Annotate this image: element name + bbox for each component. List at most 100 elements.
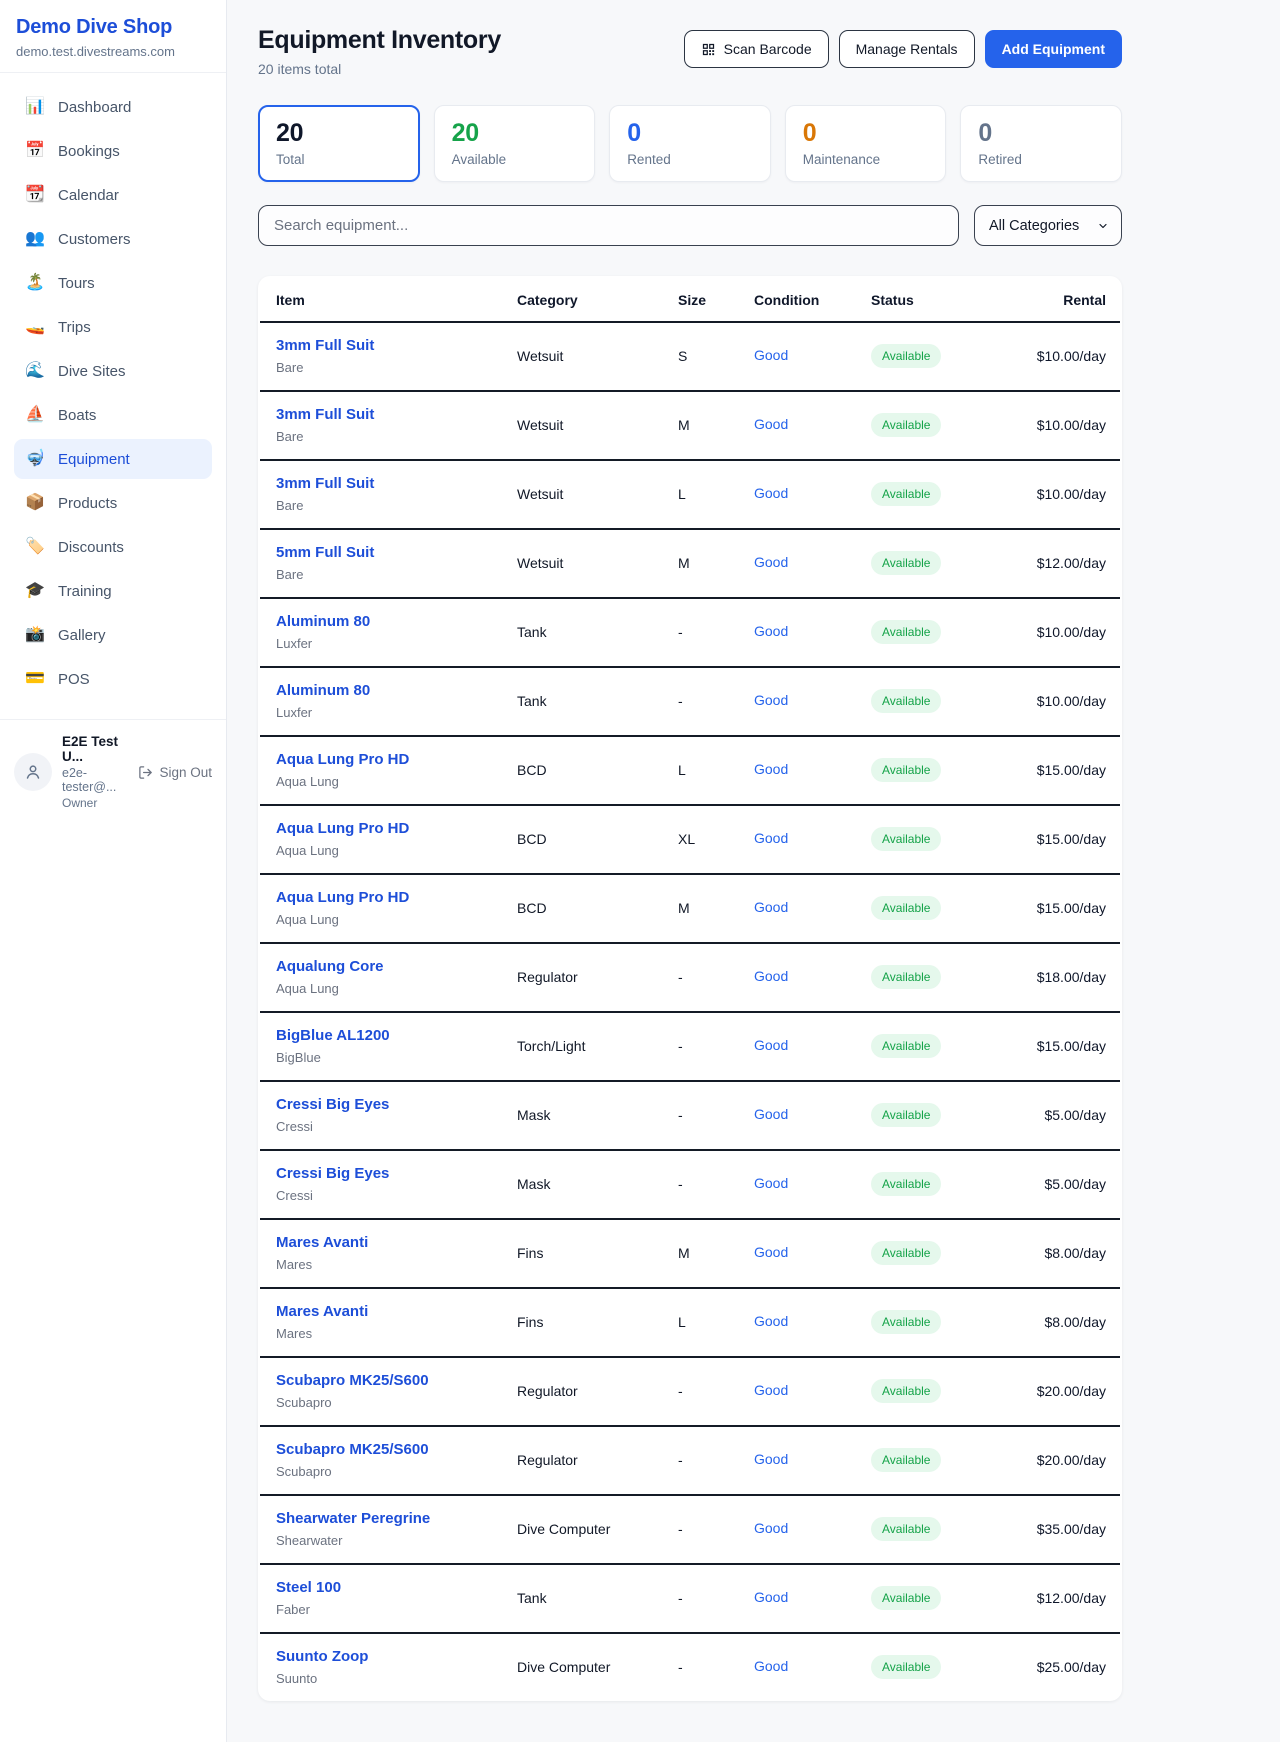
- page-title: Equipment Inventory: [258, 26, 501, 55]
- condition-link[interactable]: Good: [754, 347, 788, 363]
- stat-card-total[interactable]: 20 Total: [258, 105, 420, 182]
- sidebar-item-trips[interactable]: 🚤 Trips: [14, 307, 212, 347]
- sidebar-item-bookings[interactable]: 📅 Bookings: [14, 131, 212, 171]
- item-size: -: [670, 667, 746, 736]
- sidebar-item-dashboard[interactable]: 📊 Dashboard: [14, 87, 212, 127]
- condition-link[interactable]: Good: [754, 1382, 788, 1398]
- avatar: [14, 753, 52, 791]
- item-link[interactable]: Suunto Zoop: [276, 1648, 368, 1665]
- item-link[interactable]: 3mm Full Suit: [276, 406, 374, 423]
- sidebar-item-label: Products: [58, 495, 117, 512]
- rental-price: $15.00/day: [997, 874, 1120, 943]
- item-brand: Mares: [276, 1257, 501, 1272]
- status-badge: Available: [871, 758, 941, 782]
- item-size: -: [670, 1633, 746, 1701]
- condition-link[interactable]: Good: [754, 830, 788, 846]
- stat-card-retired[interactable]: 0 Retired: [960, 105, 1122, 182]
- sidebar-item-dive-sites[interactable]: 🌊 Dive Sites: [14, 351, 212, 391]
- sidebar-item-label: Calendar: [58, 187, 119, 204]
- item-link[interactable]: Scubapro MK25/S600: [276, 1372, 429, 1389]
- item-link[interactable]: 3mm Full Suit: [276, 337, 374, 354]
- item-link[interactable]: Shearwater Peregrine: [276, 1510, 430, 1527]
- stat-card-available[interactable]: 20 Available: [434, 105, 596, 182]
- item-brand: Aqua Lung: [276, 774, 501, 789]
- stat-card-maintenance[interactable]: 0 Maintenance: [785, 105, 947, 182]
- table-row: BigBlue AL1200 BigBlue Torch/Light - Goo…: [260, 1012, 1120, 1081]
- sidebar-item-equipment[interactable]: 🤿 Equipment: [14, 439, 212, 479]
- item-link[interactable]: 3mm Full Suit: [276, 475, 374, 492]
- condition-link[interactable]: Good: [754, 1520, 788, 1536]
- manage-rentals-button[interactable]: Manage Rentals: [839, 30, 975, 68]
- status-badge: Available: [871, 896, 941, 920]
- status-badge: Available: [871, 1655, 941, 1679]
- item-link[interactable]: Aqua Lung Pro HD: [276, 751, 409, 768]
- sign-out-button[interactable]: Sign Out: [138, 765, 212, 780]
- sidebar-item-label: Dashboard: [58, 99, 131, 116]
- status-badge: Available: [871, 1241, 941, 1265]
- chevron-down-icon: [1097, 220, 1109, 232]
- item-link[interactable]: Aqualung Core: [276, 958, 384, 975]
- sidebar-item-gallery[interactable]: 📸 Gallery: [14, 615, 212, 655]
- condition-link[interactable]: Good: [754, 761, 788, 777]
- stat-label: Total: [276, 152, 402, 167]
- brand-title[interactable]: Demo Dive Shop: [16, 16, 210, 39]
- item-link[interactable]: Aqua Lung Pro HD: [276, 820, 409, 837]
- rental-price: $10.00/day: [997, 460, 1120, 529]
- sidebar-item-pos[interactable]: 💳 POS: [14, 659, 212, 699]
- sidebar-item-boats[interactable]: ⛵ Boats: [14, 395, 212, 435]
- item-link[interactable]: Scubapro MK25/S600: [276, 1441, 429, 1458]
- sidebar-item-calendar[interactable]: 📆 Calendar: [14, 175, 212, 215]
- condition-link[interactable]: Good: [754, 1313, 788, 1329]
- status-badge: Available: [871, 551, 941, 575]
- sidebar-item-label: POS: [58, 671, 90, 688]
- scan-barcode-button[interactable]: Scan Barcode: [684, 30, 829, 68]
- sidebar-item-customers[interactable]: 👥 Customers: [14, 219, 212, 259]
- condition-link[interactable]: Good: [754, 692, 788, 708]
- search-input[interactable]: [258, 205, 959, 246]
- condition-link[interactable]: Good: [754, 554, 788, 570]
- condition-link[interactable]: Good: [754, 1106, 788, 1122]
- item-category: BCD: [509, 805, 670, 874]
- rental-price: $8.00/day: [997, 1288, 1120, 1357]
- item-size: XL: [670, 805, 746, 874]
- condition-link[interactable]: Good: [754, 1658, 788, 1674]
- condition-link[interactable]: Good: [754, 623, 788, 639]
- add-equipment-button[interactable]: Add Equipment: [985, 30, 1122, 68]
- category-select[interactable]: All Categories: [974, 205, 1122, 246]
- stat-card-rented[interactable]: 0 Rented: [609, 105, 771, 182]
- item-brand: Mares: [276, 1326, 501, 1341]
- training-icon: 🎓: [24, 583, 46, 599]
- item-link[interactable]: 5mm Full Suit: [276, 544, 374, 561]
- condition-link[interactable]: Good: [754, 1175, 788, 1191]
- condition-link[interactable]: Good: [754, 1451, 788, 1467]
- col-header-rental: Rental: [997, 276, 1120, 322]
- item-link[interactable]: Aluminum 80: [276, 682, 370, 699]
- item-link[interactable]: BigBlue AL1200: [276, 1027, 390, 1044]
- sidebar-item-discounts[interactable]: 🏷️ Discounts: [14, 527, 212, 567]
- item-link[interactable]: Cressi Big Eyes: [276, 1096, 389, 1113]
- sidebar-item-products[interactable]: 📦 Products: [14, 483, 212, 523]
- discounts-icon: 🏷️: [24, 539, 46, 555]
- user-meta: E2E Test U... e2e-tester@... Owner: [62, 734, 128, 810]
- condition-link[interactable]: Good: [754, 1244, 788, 1260]
- item-link[interactable]: Aqua Lung Pro HD: [276, 889, 409, 906]
- item-link[interactable]: Aluminum 80: [276, 613, 370, 630]
- condition-link[interactable]: Good: [754, 485, 788, 501]
- rental-price: $15.00/day: [997, 805, 1120, 874]
- condition-link[interactable]: Good: [754, 968, 788, 984]
- table-body: 3mm Full Suit Bare Wetsuit S Good Availa…: [260, 322, 1120, 1701]
- boats-icon: ⛵: [24, 407, 46, 423]
- rental-price: $5.00/day: [997, 1150, 1120, 1219]
- condition-link[interactable]: Good: [754, 416, 788, 432]
- sidebar-item-training[interactable]: 🎓 Training: [14, 571, 212, 611]
- item-link[interactable]: Mares Avanti: [276, 1303, 368, 1320]
- condition-link[interactable]: Good: [754, 1037, 788, 1053]
- sidebar-item-tours[interactable]: 🏝️ Tours: [14, 263, 212, 303]
- condition-link[interactable]: Good: [754, 1589, 788, 1605]
- item-link[interactable]: Mares Avanti: [276, 1234, 368, 1251]
- condition-link[interactable]: Good: [754, 899, 788, 915]
- equipment-table: Item Category Size Condition Status Rent…: [260, 276, 1120, 1701]
- item-link[interactable]: Cressi Big Eyes: [276, 1165, 389, 1182]
- item-category: Tank: [509, 667, 670, 736]
- item-link[interactable]: Steel 100: [276, 1579, 341, 1596]
